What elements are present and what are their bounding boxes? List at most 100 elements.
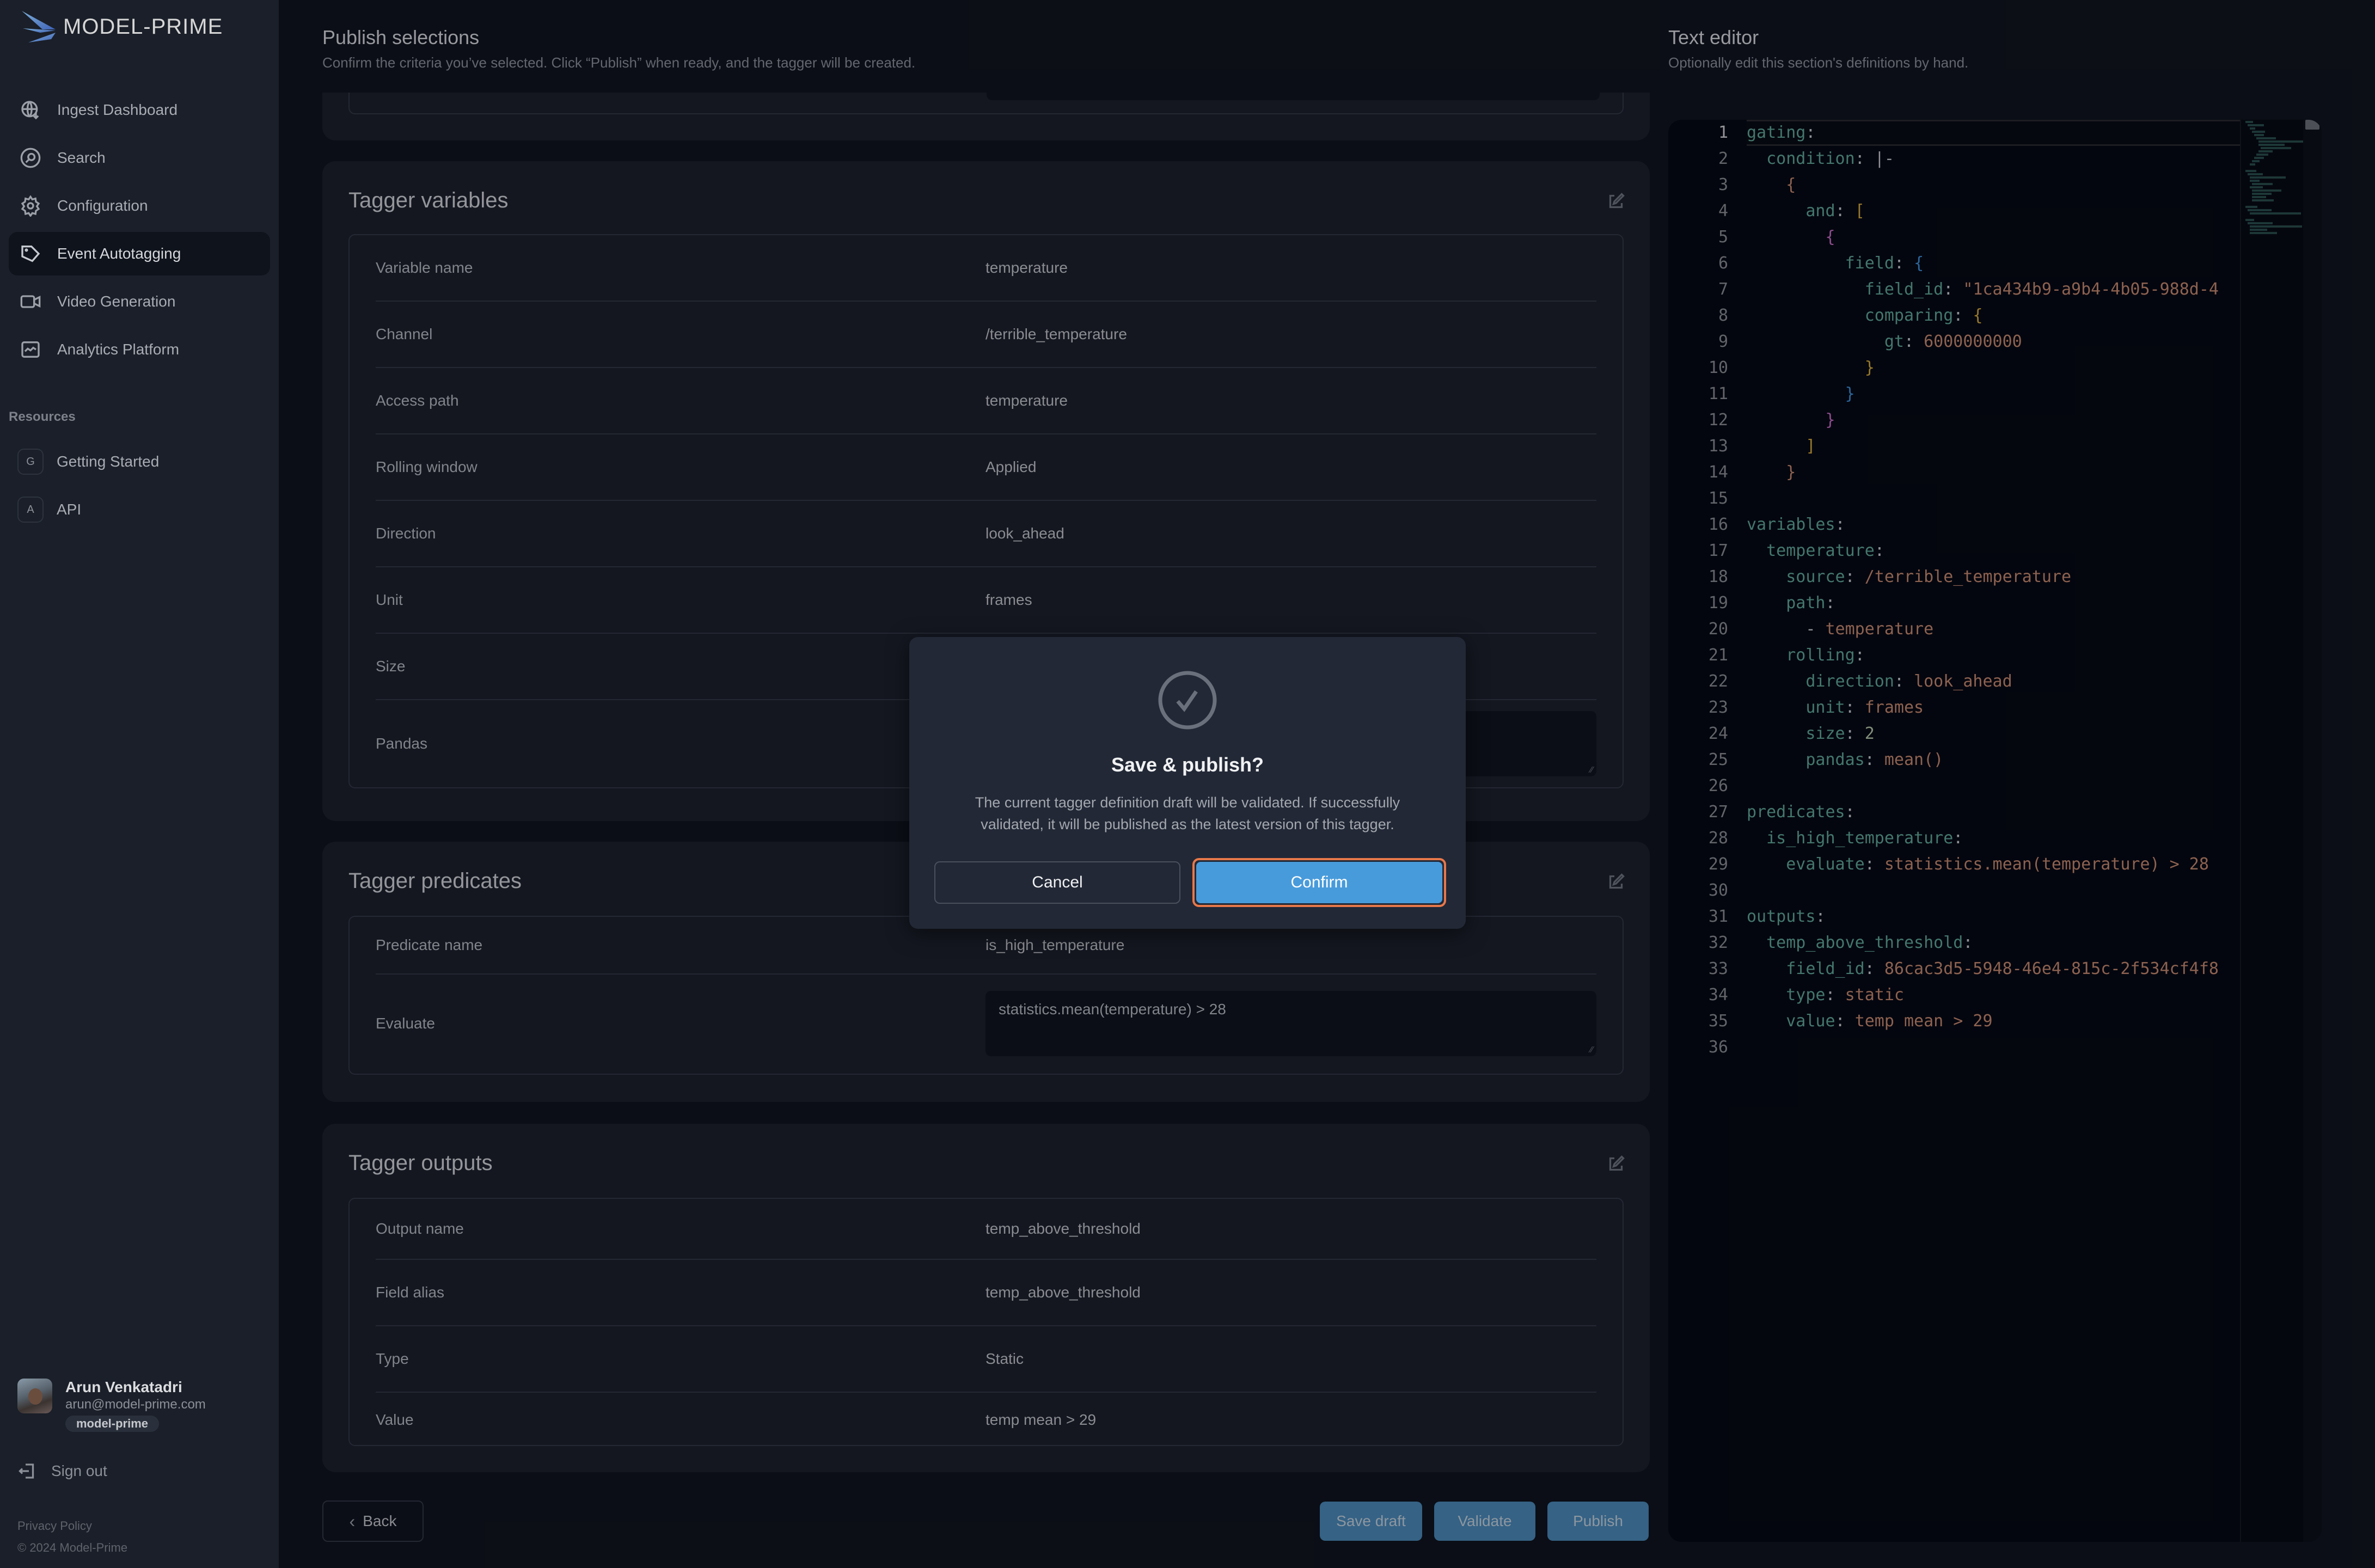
sidebar-item-video-generation[interactable]: Video Generation xyxy=(9,280,270,323)
sidebar-item-search[interactable]: Search xyxy=(9,136,270,180)
minimap-line xyxy=(2250,163,2255,166)
save-draft-button[interactable]: Save draft xyxy=(1320,1502,1422,1541)
row-key: Pandas xyxy=(376,735,427,752)
previous-card-fragment xyxy=(322,93,1650,140)
minimap-line xyxy=(2250,225,2302,228)
code-line[interactable]: } xyxy=(1747,381,2281,407)
validate-button[interactable]: Validate xyxy=(1434,1502,1535,1541)
code-line[interactable]: rolling: xyxy=(1747,642,2281,669)
edit-icon[interactable] xyxy=(1606,192,1626,211)
code-line[interactable]: evaluate: statistics.mean(temperature) >… xyxy=(1747,852,2281,878)
code-line[interactable]: outputs: xyxy=(1747,904,2281,930)
previous-textarea-fragment[interactable] xyxy=(987,93,1600,100)
code-line[interactable]: variables: xyxy=(1747,512,2281,538)
line-number: 29 xyxy=(1708,855,1728,874)
code-line[interactable] xyxy=(1747,486,2281,512)
edit-icon[interactable] xyxy=(1606,872,1626,892)
chevron-left-icon: ‹ xyxy=(349,1511,356,1531)
table-row: Unit frames xyxy=(376,567,1596,634)
code-line[interactable] xyxy=(1747,1034,2281,1061)
code-line[interactable]: - temperature xyxy=(1747,616,2281,642)
code-line[interactable]: field: { xyxy=(1747,250,2281,277)
line-number: 6 xyxy=(1718,254,1728,273)
code-line[interactable]: gt: 6000000000 xyxy=(1747,329,2281,355)
code-line[interactable]: direction: look_ahead xyxy=(1747,669,2281,695)
code-line[interactable]: temp_above_threshold: xyxy=(1747,930,2281,956)
code-line[interactable]: temperature: xyxy=(1747,538,2281,564)
row-key: Direction xyxy=(376,525,436,542)
code-line[interactable]: type: static xyxy=(1747,982,2281,1008)
sidebar-item-configuration[interactable]: Configuration xyxy=(9,184,270,228)
row-key: Channel xyxy=(376,326,433,342)
code-line[interactable] xyxy=(1747,773,2281,799)
code-line[interactable]: ] xyxy=(1747,433,2281,460)
line-number: 12 xyxy=(1708,411,1728,430)
code-line[interactable]: field_id: "1ca434b9-a9b4-4b05-988d-4 xyxy=(1747,277,2281,303)
code-line[interactable]: predicates: xyxy=(1747,799,2281,825)
cancel-button[interactable]: Cancel xyxy=(934,861,1180,904)
line-number: 25 xyxy=(1708,750,1728,769)
code-line[interactable]: comparing: { xyxy=(1747,303,2281,329)
code-line[interactable]: path: xyxy=(1747,590,2281,616)
editor-scrollbar[interactable] xyxy=(2303,120,2322,1542)
code-line[interactable]: size: 2 xyxy=(1747,721,2281,747)
code-editor[interactable]: 1 2 3 4 5 6 7 8 9 10 11 12 13 14 15 16 17 18 19 20 21 22 23 24 2… xyxy=(1668,120,2322,1542)
code-line[interactable]: source: /terrible_temperature xyxy=(1747,564,2281,590)
line-number: 32 xyxy=(1708,933,1728,952)
letter-badge-icon: A xyxy=(17,497,44,523)
minimap-line xyxy=(2248,222,2273,224)
line-number: 17 xyxy=(1708,541,1728,560)
scrollbar-thumb[interactable] xyxy=(2305,120,2319,130)
line-number: 28 xyxy=(1708,829,1728,848)
minimap-line xyxy=(2258,144,2285,146)
code-line[interactable]: } xyxy=(1747,407,2281,433)
sidebar-item-label: Event Autotagging xyxy=(57,245,181,262)
user-profile[interactable]: Arun Venkatadri arun@model-prime.com mod… xyxy=(17,1379,206,1432)
logo[interactable]: MODEL-PRIME xyxy=(21,10,223,44)
code-line[interactable]: { xyxy=(1747,224,2281,250)
line-number: 2 xyxy=(1718,149,1728,168)
code-line[interactable] xyxy=(1747,878,2281,904)
resource-item-api[interactable]: A API xyxy=(9,488,270,531)
code-line[interactable]: pandas: mean() xyxy=(1747,747,2281,773)
minimap[interactable] xyxy=(2240,120,2311,1542)
edit-icon[interactable] xyxy=(1606,1154,1626,1174)
privacy-policy-link[interactable]: Privacy Policy xyxy=(17,1519,92,1533)
code-line[interactable]: value: temp mean > 29 xyxy=(1747,1008,2281,1034)
letter-badge-icon: G xyxy=(17,449,44,475)
copyright: © 2024 Model-Prime xyxy=(17,1541,128,1554)
line-number: 14 xyxy=(1708,463,1728,482)
check-circle-icon xyxy=(1157,670,1218,731)
minimap-line xyxy=(2252,189,2281,192)
code-line[interactable]: is_high_temperature: xyxy=(1747,825,2281,852)
sidebar-item-analytics-platform[interactable]: Analytics Platform xyxy=(9,328,270,371)
line-number: 21 xyxy=(1708,646,1728,665)
publish-button[interactable]: Publish xyxy=(1547,1502,1649,1541)
confirm-button[interactable]: Confirm xyxy=(1192,858,1446,907)
code-line[interactable]: and: [ xyxy=(1747,198,2281,224)
code-line[interactable]: } xyxy=(1747,460,2281,486)
sidebar-item-ingest-dashboard[interactable]: Ingest Dashboard xyxy=(9,88,270,132)
resource-item-getting-started[interactable]: G Getting Started xyxy=(9,440,270,483)
editor-subtitle: Optionally edit this section's definitio… xyxy=(1668,54,1969,71)
user-email: arun@model-prime.com xyxy=(65,1397,206,1412)
line-number: 24 xyxy=(1708,724,1728,743)
outputs-table: Output name temp_above_threshold Field al… xyxy=(348,1198,1624,1446)
code-line[interactable]: { xyxy=(1747,172,2281,198)
table-row: Field alias temp_above_threshold xyxy=(376,1260,1596,1326)
line-number: 26 xyxy=(1708,776,1728,795)
sign-out-button[interactable]: Sign out xyxy=(17,1461,107,1481)
minimap-line xyxy=(2252,199,2274,201)
code-line[interactable]: unit: frames xyxy=(1747,695,2281,721)
editor-title: Text editor xyxy=(1668,26,1759,48)
code-area[interactable]: gating: condition: |- { and: [ { field: … xyxy=(1747,120,2281,1542)
back-button[interactable]: ‹ Back xyxy=(322,1500,424,1542)
sidebar-item-event-autotagging[interactable]: Event Autotagging xyxy=(9,232,270,275)
code-line[interactable]: field_id: 86cac3d5-5948-46e4-815c-2f534c… xyxy=(1747,956,2281,982)
code-line[interactable]: } xyxy=(1747,355,2281,381)
table-row: Variable name temperature xyxy=(376,235,1596,302)
code-line[interactable]: gating: xyxy=(1747,120,2281,146)
code-line[interactable]: condition: |- xyxy=(1747,146,2281,172)
evaluate-textarea[interactable]: statistics.mean(temperature) > 28 xyxy=(985,991,1596,1056)
table-row: Value temp mean > 29 xyxy=(376,1393,1596,1447)
